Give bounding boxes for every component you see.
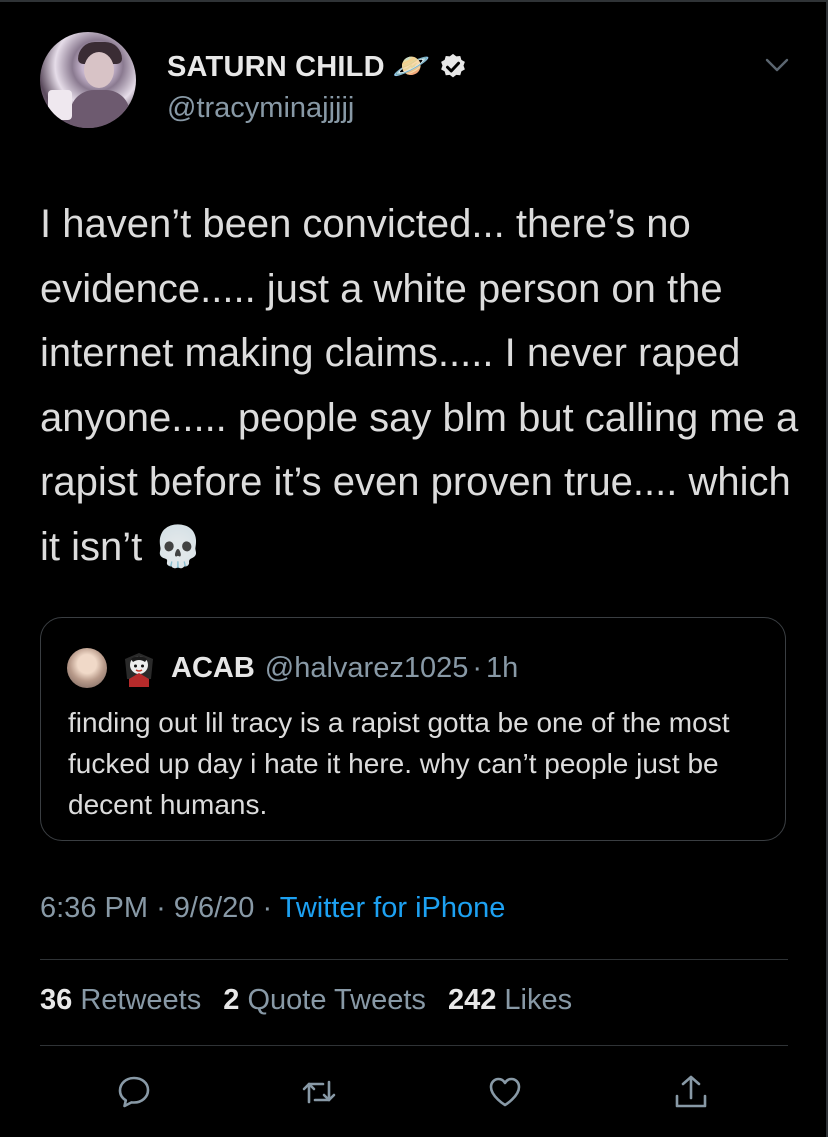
retweet-button[interactable] — [299, 1072, 339, 1112]
meta-separator-2: · — [262, 892, 273, 924]
tweet-source-link[interactable]: Twitter for iPhone — [280, 892, 506, 924]
quoted-avatar — [67, 648, 107, 688]
quoted-separator: · — [472, 651, 483, 684]
chevron-down-icon[interactable] — [764, 55, 790, 75]
quote-tweets-count: 2 — [223, 984, 240, 1016]
avatar[interactable] — [40, 32, 136, 128]
share-button[interactable] — [671, 1072, 711, 1112]
meta-separator: · — [156, 892, 166, 924]
author-handle[interactable]: @tracyminajjjjj — [167, 92, 354, 125]
divider — [40, 1045, 788, 1046]
reply-button[interactable] — [114, 1072, 154, 1112]
planet-emoji: 🪐 — [392, 50, 431, 83]
quote-tweets-label: Quote Tweets — [247, 984, 426, 1016]
quoted-tweet-header: ACAB @halvarez1025 · 1h — [67, 648, 518, 688]
like-button[interactable] — [485, 1072, 525, 1112]
like-icon — [489, 1077, 521, 1107]
tweet-time: 6:36 PM — [40, 892, 148, 924]
quoted-handle: @halvarez1025 — [264, 651, 469, 684]
quoted-tweet-text: finding out lil tracy is a rapist gotta … — [68, 707, 730, 820]
retweets-stat[interactable]: 36 Retweets — [40, 984, 201, 1016]
verified-icon — [441, 53, 465, 78]
tweet-date: 9/6/20 — [173, 892, 255, 924]
likes-count: 242 — [447, 984, 497, 1016]
retweets-label: Retweets — [80, 984, 202, 1016]
retweet-icon — [302, 1080, 336, 1104]
divider — [40, 959, 788, 960]
share-icon — [675, 1075, 707, 1108]
tweet-stats: 36 Retweets 2 Quote Tweets 242 Likes — [40, 984, 572, 1017]
quoted-tweet-card[interactable]: ACAB @halvarez1025 · 1h finding out lil … — [40, 617, 786, 841]
quoted-display-name: ACAB — [171, 651, 255, 684]
likes-label: Likes — [504, 984, 573, 1016]
author-name-row[interactable]: SATURN CHILD 🪐 — [167, 50, 468, 84]
tweet-meta: 6:36 PM · 9/6/20 · Twitter for iPhone — [40, 892, 505, 925]
top-border — [0, 0, 828, 2]
tweet-text: I haven’t been convicted... there’s no e… — [40, 202, 799, 569]
retweets-count: 36 — [40, 984, 73, 1016]
reply-icon — [118, 1076, 150, 1108]
display-name: SATURN CHILD — [167, 50, 385, 83]
likes-stat[interactable]: 242 Likes — [448, 984, 572, 1016]
quoted-timestamp: 1h — [486, 651, 519, 684]
quote-tweets-stat[interactable]: 2 Quote Tweets — [223, 984, 426, 1016]
vampire-emoji-icon — [125, 653, 153, 687]
